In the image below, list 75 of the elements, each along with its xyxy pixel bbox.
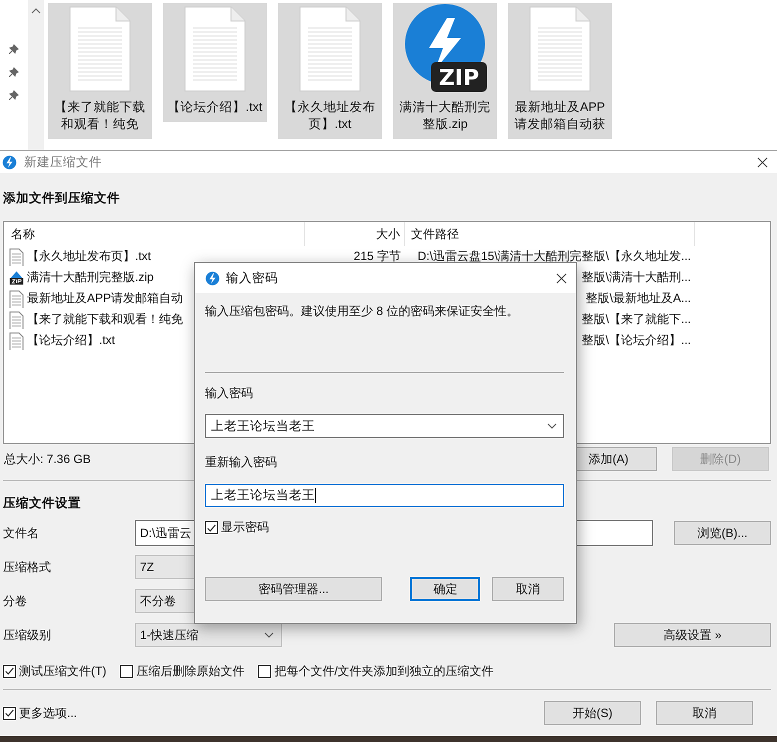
pin-icon [9,90,19,100]
checkbox-label: 把每个文件/文件夹添加到独立的压缩文件 [274,662,494,680]
document-icon [9,248,24,266]
document-icon [9,290,24,308]
file-path: D:\迅雷云盘15\满清十大酷刑完整版\【永久地址发... [418,248,691,265]
field-label: 分卷 [3,592,28,610]
file-name: 满清十大酷刑完整版.zip [27,269,154,286]
caret-icon [264,632,274,638]
button[interactable]: 高级设置 » [614,623,771,647]
password-field[interactable]: 上老王论坛当老王 [205,484,564,507]
total-size: 总大小: 7.36 GB [4,450,91,468]
file-name: 【论坛介绍】.txt [167,99,263,116]
column-header[interactable]: 大小 [305,222,405,246]
file-path: 整版\满清十大酷刑... [582,269,691,286]
file-name: 【永久地址发布页】.txt [27,248,152,265]
file-name: 满清十大酷刑完整版.zip [398,99,492,133]
file-name: 最新地址及APP请发邮箱自动获 [514,99,606,133]
button[interactable]: 浏览(B)... [674,521,771,545]
password-dropdown[interactable]: 上老王论坛当老王 [205,414,564,438]
zip-archive-icon [9,268,24,286]
file-path: 整版\最新地址及A... [586,290,691,307]
checkbox[interactable] [205,521,218,534]
button[interactable]: 取消 [492,577,564,601]
document-icon [68,6,132,92]
description-text: 输入压缩包密码。建议使用至少 8 位的密码来保证安全性。 [205,303,520,320]
field-label: 文件名 [3,524,40,542]
close-icon [556,272,566,284]
document-icon [9,310,24,328]
button[interactable]: 确定 [410,577,480,601]
file-tile[interactable]: 【论坛介绍】.txt [163,3,267,122]
column-header[interactable]: 文件路径 [405,222,695,246]
checkbox[interactable] [258,664,272,678]
button[interactable]: 开始(S) [544,701,641,725]
scroll-up-icon [31,8,41,14]
checkbox-label: 更多选项... [19,704,78,722]
field-label: 输入密码 [205,385,254,402]
document-icon [9,332,24,350]
scrollbar[interactable] [28,0,44,150]
file-path: 整版\【来了就能下... [582,311,691,328]
document-icon [183,6,247,92]
file-name: 最新地址及APP请发邮箱自动 [27,290,184,307]
app-icon [205,270,220,286]
pin-icon [9,67,19,77]
pin-icon [9,44,19,54]
section-heading: 压缩文件设置 [3,495,81,511]
column-header[interactable]: 名称 [4,222,305,246]
field-label: 压缩级别 [3,626,52,644]
button[interactable]: 取消 [656,701,753,725]
field-label: 压缩格式 [3,558,52,576]
checkbox[interactable] [3,706,16,720]
dropdown[interactable]: 1-快速压缩 [135,623,282,647]
caret-icon [547,423,557,429]
window-title: 新建压缩文件 [24,154,102,170]
field-label: 重新输入密码 [205,454,278,471]
file-name: 【来了就能下载和观看！纯免 [27,311,183,328]
file-tile[interactable]: 【来了就能下载和观看！纯免 [48,3,152,139]
checkbox[interactable] [3,664,16,678]
file-name: 【来了就能下载和观看！纯免 [54,99,146,133]
checkbox-label: 显示密码 [221,519,269,536]
file-name: 【永久地址发布页】.txt [284,99,376,133]
document-icon [528,6,592,92]
button[interactable]: 密码管理器... [205,577,382,601]
document-icon [298,6,362,92]
section-heading: 添加文件到压缩文件 [3,190,120,206]
file-path: 整版\【论坛介绍】... [582,332,691,349]
file-size: 215 字节 [354,248,401,265]
checkbox-label: 压缩后删除原始文件 [136,662,244,680]
close-icon [756,156,768,168]
file-tile[interactable]: 最新地址及APP请发邮箱自动获 [508,3,612,139]
window-title: 输入密码 [226,270,278,286]
checkbox-label: 测试压缩文件(T) [19,662,106,680]
file-tile[interactable]: 【永久地址发布页】.txt [278,3,382,139]
file-tile[interactable]: ZIP 满清十大酷刑完整版.zip [393,3,497,139]
file-name: 【论坛介绍】.txt [27,332,116,349]
checkbox[interactable] [120,664,134,678]
